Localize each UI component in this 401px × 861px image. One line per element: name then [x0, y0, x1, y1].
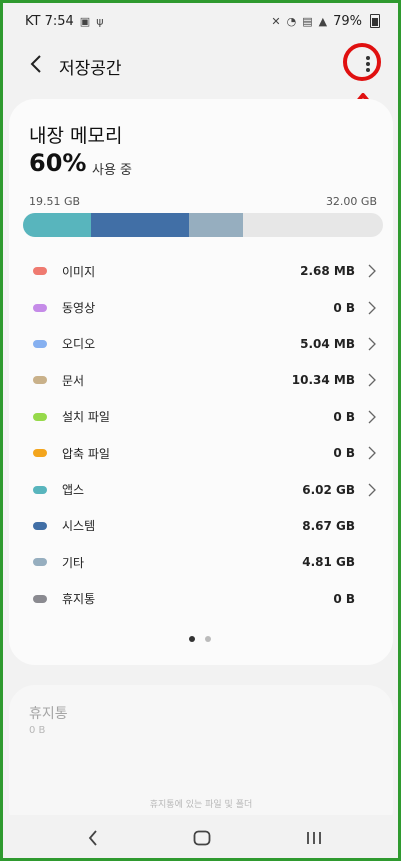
- wifi-icon: ◔: [286, 14, 297, 28]
- category-label: 시스템: [62, 519, 96, 534]
- category-row[interactable]: 설치 파일 0 B: [9, 399, 393, 435]
- nav-back-button[interactable]: [78, 823, 108, 853]
- chevron-right-icon: [368, 410, 376, 424]
- trash-description: 휴지통에 있는 파일 및 폴더: [149, 800, 253, 810]
- category-value: 6.02 GB: [302, 482, 355, 497]
- category-color-dot: [33, 449, 47, 458]
- home-icon: [193, 830, 211, 846]
- internal-storage-card: 내장 메모리 60% 사용 중 19.51 GB 32.00 GB 이미지 2.6…: [9, 99, 393, 665]
- category-label: 동영상: [62, 301, 96, 316]
- category-color-dot: [33, 303, 47, 312]
- trash-size: 0 B: [29, 725, 46, 736]
- category-color-dot: [33, 558, 47, 567]
- category-label: 오디오: [62, 337, 96, 352]
- category-row[interactable]: 이미지 2.68 MB: [9, 253, 393, 289]
- chevron-right-icon: [368, 483, 376, 496]
- category-row: 시스템 8.67 GB: [9, 508, 393, 544]
- nav-home-button[interactable]: [187, 823, 217, 853]
- app-bar: 저장공간: [3, 41, 398, 89]
- category-row[interactable]: 오디오 5.04 MB: [9, 326, 393, 362]
- trash-title: 휴지통: [29, 706, 68, 722]
- back-button[interactable]: [21, 49, 51, 79]
- category-row[interactable]: 압축 파일 0 B: [9, 435, 393, 471]
- category-color-dot: [33, 485, 47, 494]
- category-color-dot: [33, 376, 47, 385]
- category-row[interactable]: 앱스 6.02 GB: [9, 471, 393, 507]
- battery-percent: 79%: [333, 13, 362, 29]
- image-notification-icon: ▣: [79, 14, 91, 28]
- chevron-right-icon: [368, 264, 376, 278]
- annotation-circle: [343, 43, 381, 81]
- used-size: 19.51 GB: [29, 195, 81, 208]
- chevron-right-icon: [368, 373, 376, 387]
- chevron-left-icon: [30, 55, 41, 73]
- category-value: 0 B: [333, 446, 355, 461]
- page-indicator: [189, 636, 211, 642]
- page-title: 저장공간: [59, 59, 122, 79]
- category-label: 문서: [62, 373, 85, 388]
- nav-recents-button[interactable]: [299, 823, 329, 853]
- category-row[interactable]: 동영상 0 B: [9, 289, 393, 325]
- usage-segment-gray: [188, 213, 243, 237]
- screenshot-frame: KT 7:54 ▣ ψ ✕ ◔ ▤ ▲ 79% 저장공간 내장 메모리 60% …: [0, 0, 401, 861]
- storage-title: 내장 메모리: [29, 125, 123, 147]
- category-row: 기타 4.81 GB: [9, 544, 393, 580]
- category-value: 4.81 GB: [302, 555, 355, 570]
- usage-label: 사용 중: [92, 163, 133, 178]
- total-size: 32.00 GB: [325, 195, 377, 208]
- page-dot: [205, 636, 211, 642]
- carrier-time: KT 7:54: [25, 13, 74, 29]
- category-color-dot: [33, 521, 47, 530]
- category-label: 기타: [62, 555, 85, 570]
- chevron-right-icon: [368, 337, 376, 351]
- category-color-dot: [33, 339, 47, 348]
- category-value: 2.68 MB: [300, 264, 355, 279]
- volte-icon: ▤: [302, 14, 313, 28]
- category-value: 5.04 MB: [300, 336, 355, 351]
- category-value: 0 B: [333, 591, 355, 606]
- category-value: 10.34 MB: [291, 373, 355, 388]
- navigation-bar: [3, 815, 398, 858]
- status-bar: KT 7:54 ▣ ψ ✕ ◔ ▤ ▲ 79%: [3, 3, 398, 39]
- chevron-right-icon: [368, 301, 376, 315]
- trash-card[interactable]: 휴지통 0 B 휴지통에 있는 파일 및 폴더: [9, 685, 393, 835]
- battery-icon: [370, 14, 380, 28]
- signal-icon: ▲: [318, 14, 328, 28]
- category-label: 압축 파일: [62, 446, 110, 461]
- category-color-dot: [33, 267, 47, 276]
- category-color-dot: [33, 412, 47, 421]
- recents-icon: [307, 832, 321, 844]
- chevron-left-icon: [88, 830, 97, 846]
- category-list: 이미지 2.68 MB 동영상 0 B 오디오 5.04 MB 문서 10.34 MB 설치 파…: [9, 253, 393, 617]
- category-value: 0 B: [333, 409, 355, 424]
- category-label: 휴지통: [62, 592, 96, 607]
- usage-segment-cyan: [23, 213, 92, 237]
- storage-usage-bar: [23, 213, 383, 237]
- usage-segment-blue: [91, 213, 189, 237]
- category-label: 앱스: [62, 483, 85, 498]
- category-label: 이미지: [62, 264, 96, 279]
- category-row: 휴지통 0 B: [9, 581, 393, 617]
- usage-percent: 60%: [29, 149, 87, 177]
- category-value: 0 B: [333, 300, 355, 315]
- category-value: 8.67 GB: [302, 518, 355, 533]
- category-color-dot: [33, 594, 47, 603]
- usb-icon: ψ: [96, 14, 104, 28]
- mute-icon: ✕: [271, 14, 281, 28]
- category-row[interactable]: 문서 10.34 MB: [9, 362, 393, 398]
- category-label: 설치 파일: [62, 410, 110, 425]
- chevron-right-icon: [368, 446, 376, 460]
- page-dot: [189, 636, 195, 642]
